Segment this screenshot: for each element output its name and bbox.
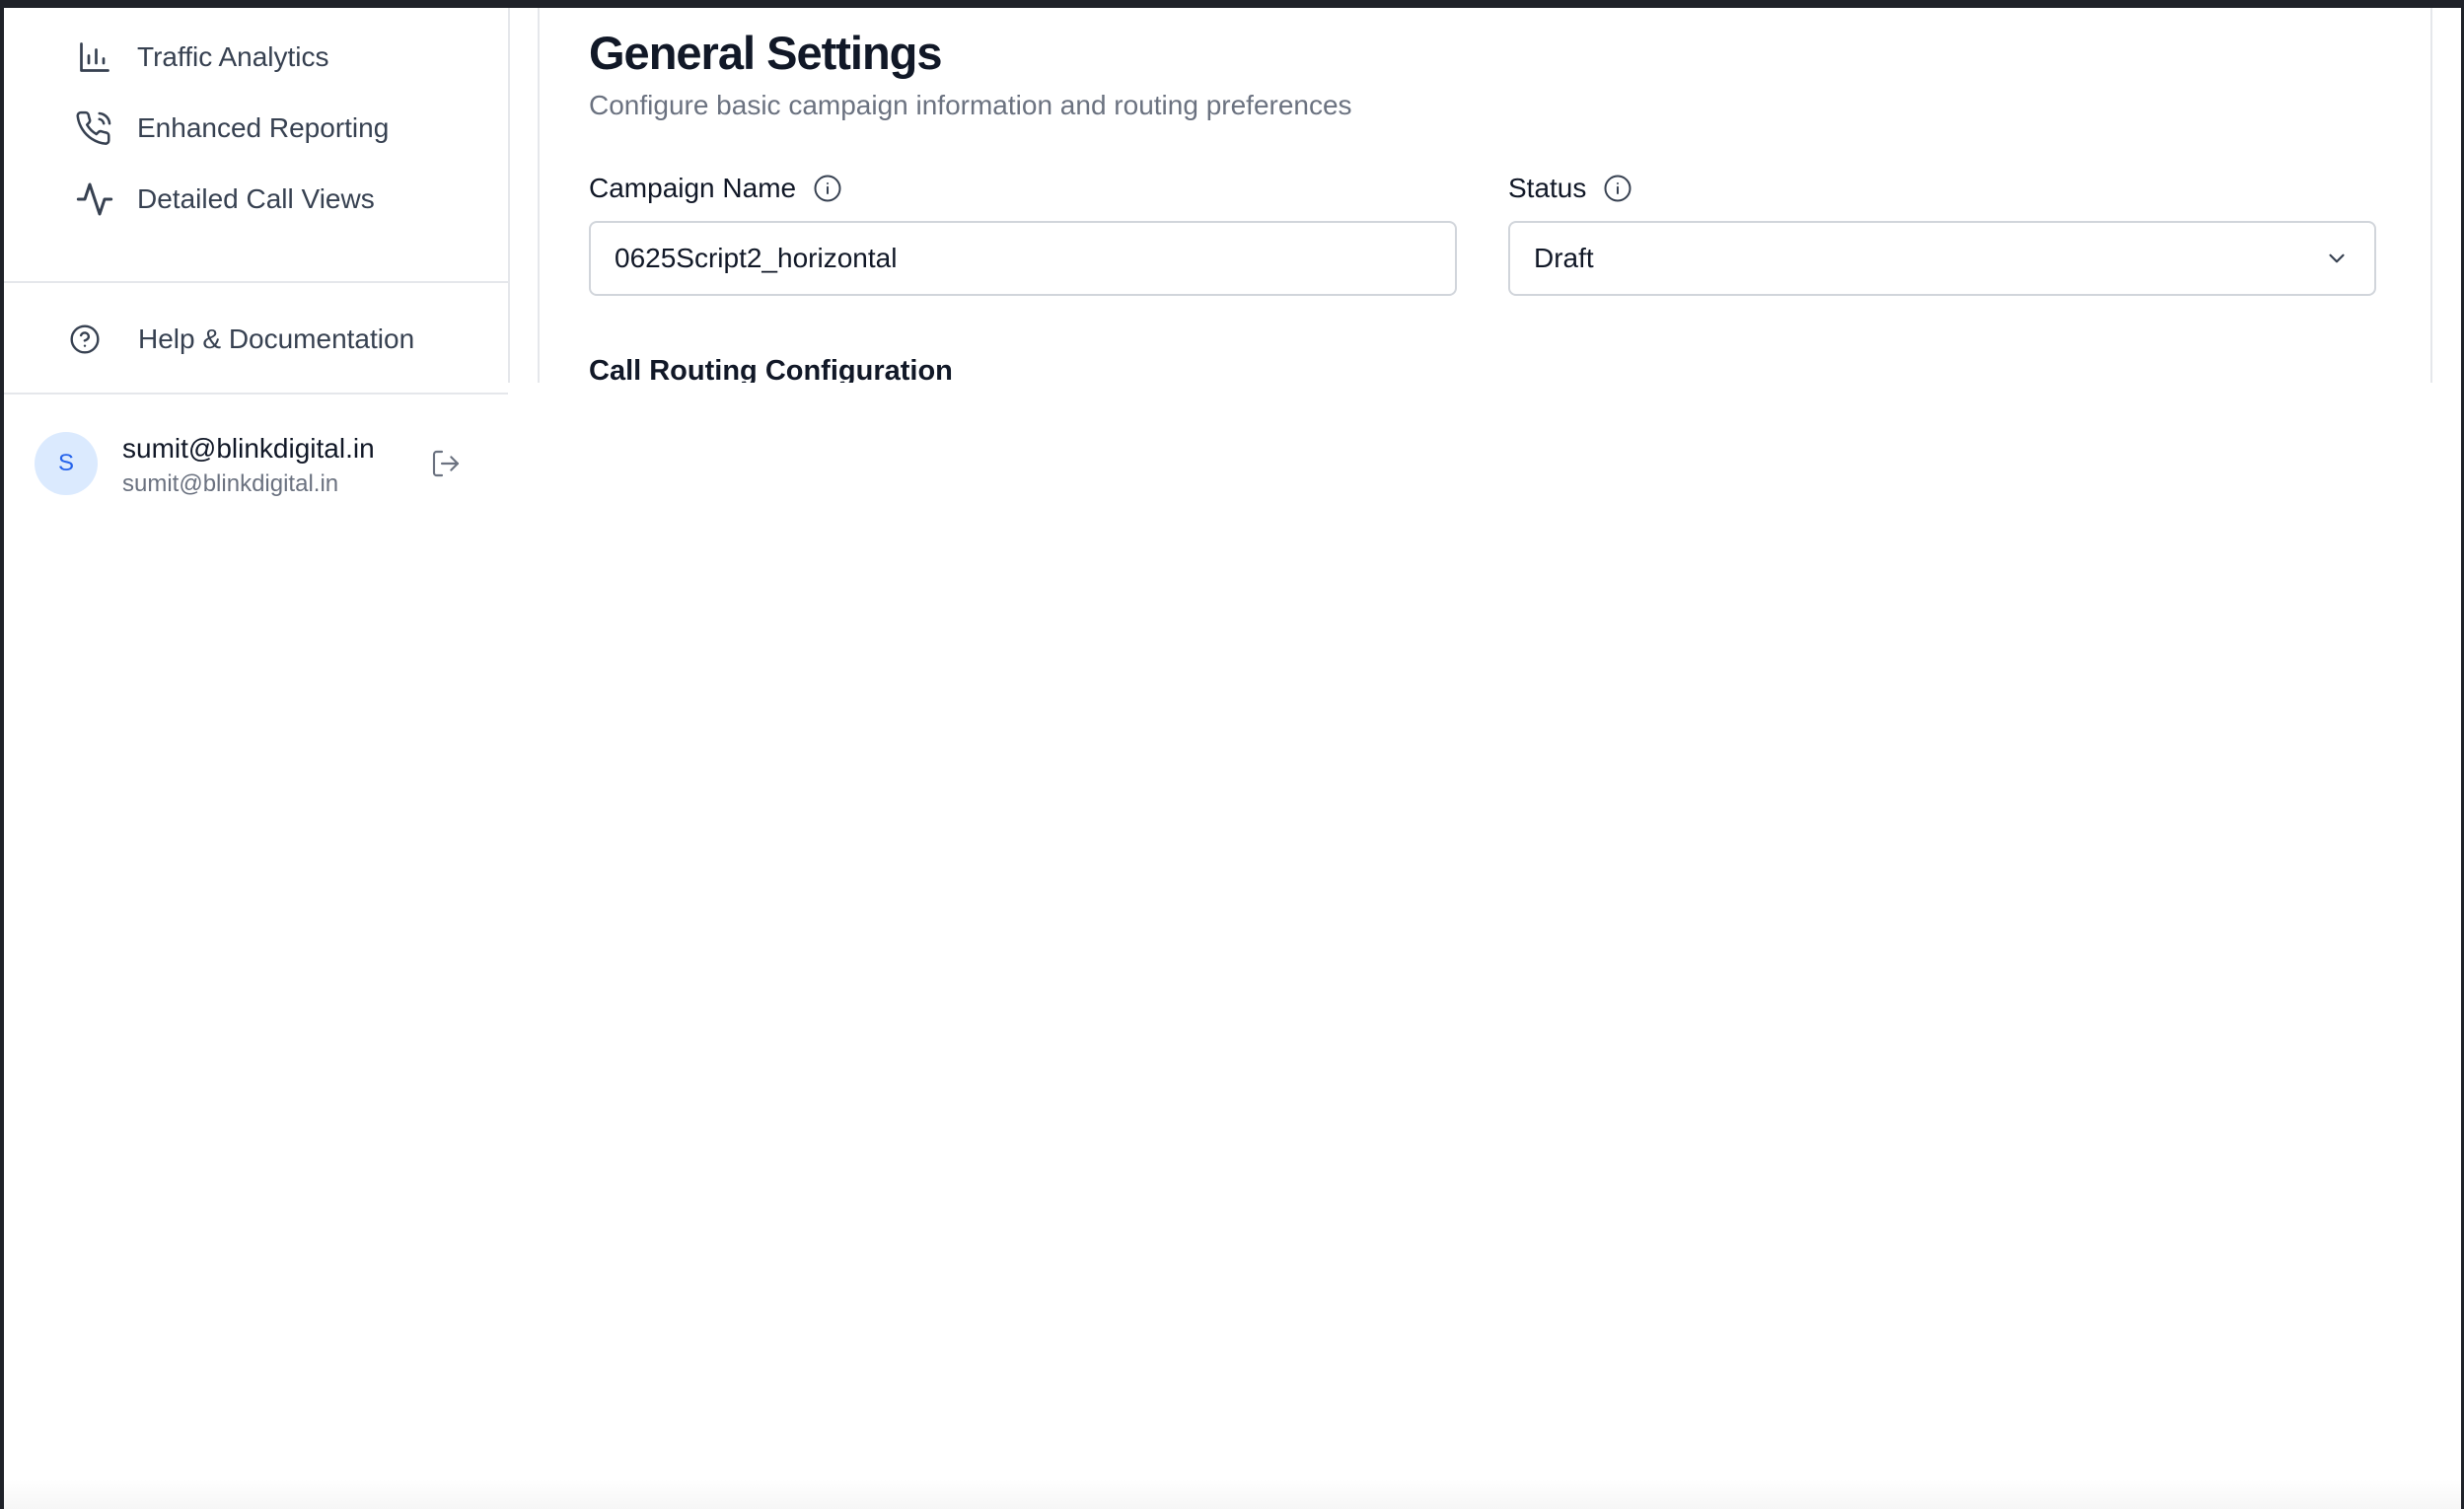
status-select-value: Draft <box>1534 243 1594 273</box>
campaign-name-label-text: Campaign Name <box>589 173 797 203</box>
sidebar-item-label: Enhanced Reporting <box>137 112 390 143</box>
user-email: sumit@blinkdigital.in <box>122 470 339 497</box>
campaign-name-field[interactable] <box>589 221 1457 296</box>
main-content: General Settings Configure basic campaig… <box>538 8 2432 383</box>
user-profile: S sumit@blinkdigital.in sumit@blinkdigit… <box>4 424 508 503</box>
user-name: sumit@blinkdigital.in <box>122 433 375 464</box>
page-subtitle: Configure basic campaign information and… <box>589 90 1352 120</box>
sidebar-item-traffic-analytics[interactable]: Traffic Analytics <box>4 27 508 88</box>
campaign-name-label: Campaign Name <box>589 173 843 204</box>
info-icon[interactable] <box>1602 173 1633 204</box>
sidebar-divider <box>4 281 508 283</box>
help-circle-icon <box>63 318 107 361</box>
section-heading-call-routing: Call Routing Configuration <box>589 355 953 383</box>
sidebar-item-help[interactable]: Help & Documentation <box>4 309 508 370</box>
status-select[interactable]: Draft <box>1508 221 2376 296</box>
activity-icon <box>73 178 116 221</box>
chevron-down-icon <box>2321 243 2353 274</box>
sidebar-item-label: Traffic Analytics <box>137 41 329 72</box>
window-top-frame <box>0 0 2464 8</box>
sidebar-item-label: Help & Documentation <box>138 323 415 354</box>
logout-button[interactable] <box>426 444 466 483</box>
sidebar: Traffic Analytics Enhanced Reporting Det… <box>4 8 510 383</box>
bottom-shade <box>4 1479 2461 1509</box>
bar-chart-icon <box>73 36 116 79</box>
logout-icon <box>430 448 462 479</box>
info-icon[interactable] <box>812 173 843 204</box>
status-label: Status <box>1508 173 1633 204</box>
avatar[interactable]: S <box>35 432 98 495</box>
sidebar-item-label: Detailed Call Views <box>137 183 375 214</box>
sidebar-item-enhanced-reporting[interactable]: Enhanced Reporting <box>4 98 508 159</box>
page-title: General Settings <box>589 27 942 79</box>
campaign-name-input[interactable] <box>615 223 1423 294</box>
phone-call-icon <box>73 107 116 150</box>
sidebar-footer-divider <box>4 393 508 395</box>
status-label-text: Status <box>1508 173 1587 203</box>
sidebar-item-detailed-call-views[interactable]: Detailed Call Views <box>4 169 508 230</box>
